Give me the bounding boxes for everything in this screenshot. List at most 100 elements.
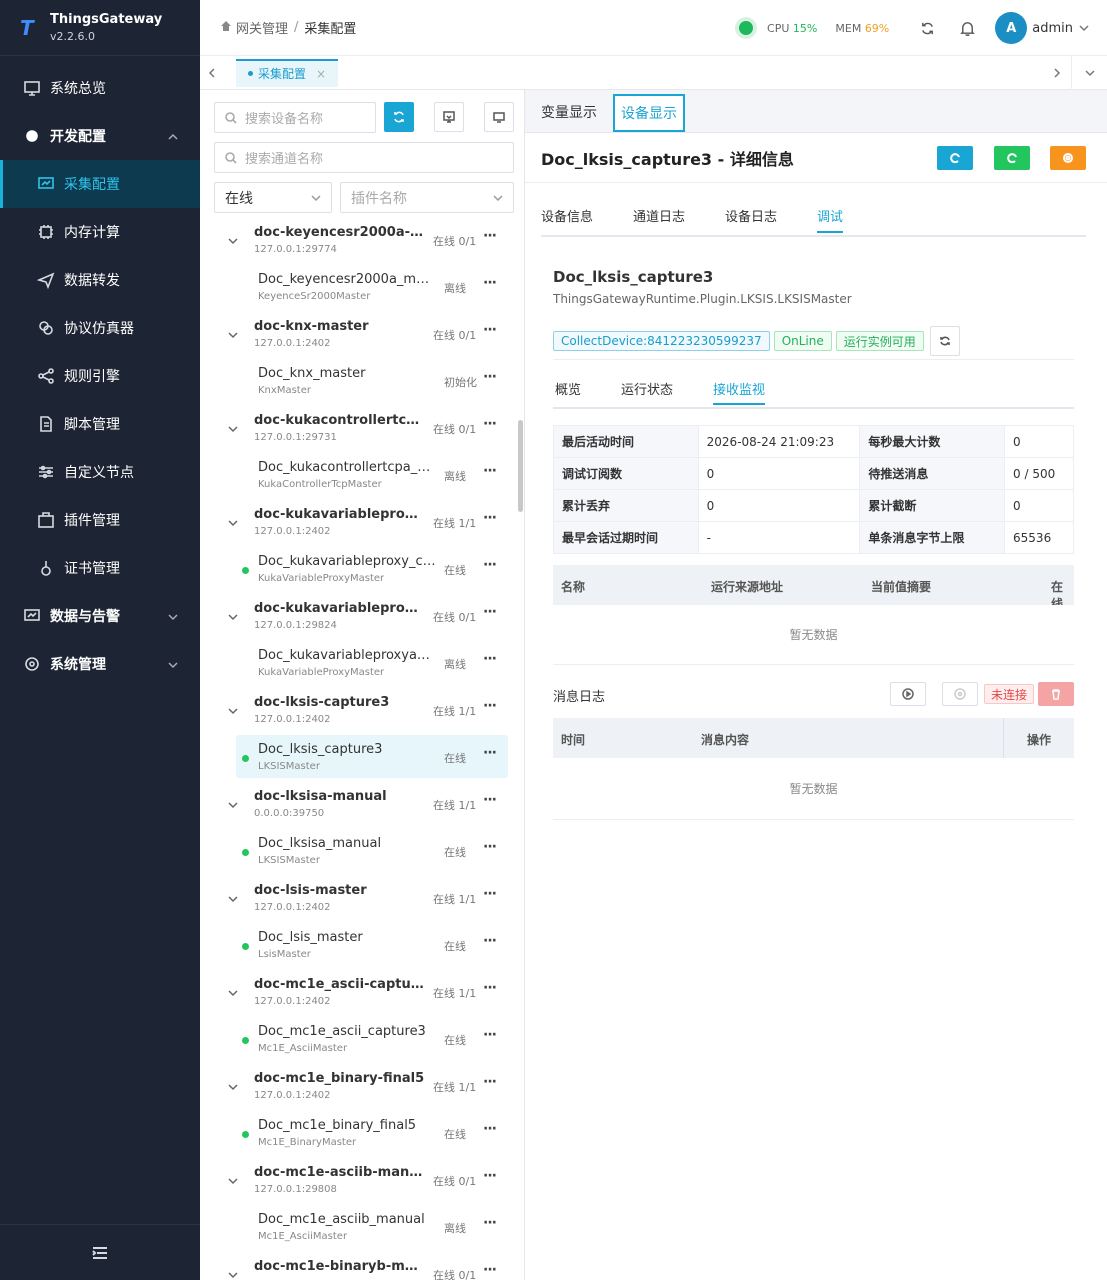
chevron-down-icon[interactable] — [228, 893, 238, 903]
tree-node-device[interactable]: doc-kukacontrollertcpa-ma... 127.0.0.1:29… — [200, 412, 518, 459]
search-channel-input[interactable]: 搜索通道名称 — [214, 142, 514, 173]
chevron-down-icon[interactable] — [228, 1269, 238, 1279]
more-icon[interactable]: ··· — [483, 604, 497, 620]
menu-item-plugin[interactable]: 插件管理 — [0, 496, 200, 544]
more-icon[interactable]: ··· — [483, 228, 497, 244]
tree-node-device[interactable]: doc-keyencesr2000a-manual 127.0.0.1:29774… — [200, 224, 518, 271]
more-icon[interactable]: ··· — [483, 416, 497, 432]
chevron-down-icon[interactable] — [228, 423, 238, 433]
chevron-down-icon[interactable] — [228, 611, 238, 621]
menu-item-overview[interactable]: 系统总览 — [0, 64, 200, 112]
tree-scrollbar[interactable] — [518, 420, 523, 512]
menu-item-system[interactable]: 系统管理 — [0, 640, 200, 688]
start-log-button[interactable] — [890, 682, 926, 706]
tree-node-device[interactable]: doc-mc1e-binaryb-manual 在线 0/1 ··· — [200, 1258, 518, 1280]
tree-node-channel[interactable]: Doc_lksisa_manual LKSISMaster 在线 ··· — [200, 835, 518, 882]
app-logo[interactable]: T ThingsGateway v2.2.6.0 — [0, 0, 200, 56]
chevron-down-icon[interactable] — [228, 517, 238, 527]
more-icon[interactable]: ··· — [483, 322, 497, 338]
tree-node-channel[interactable]: Doc_keyencesr2000a_manual KeyenceSr2000Ma… — [200, 271, 518, 318]
tree-node-channel[interactable]: Doc_mc1e_binary_final5 Mc1E_BinaryMaster 在… — [200, 1117, 518, 1164]
more-icon[interactable]: ··· — [483, 463, 497, 479]
tab-collect-config[interactable]: 采集配置 × — [236, 58, 339, 87]
tab-run-status[interactable]: 运行状态 — [621, 379, 673, 398]
more-icon[interactable]: ··· — [483, 839, 497, 855]
search-device-input[interactable]: 搜索设备名称 — [214, 102, 376, 133]
tree-node-channel[interactable]: Doc_kukacontrollertcpa_man... KukaControl… — [200, 459, 518, 506]
tab-scroll-left-button[interactable] — [200, 56, 224, 90]
more-icon[interactable]: ··· — [483, 1215, 497, 1231]
more-icon[interactable]: ··· — [483, 980, 497, 996]
more-icon[interactable]: ··· — [483, 369, 497, 385]
tree-node-device[interactable]: doc-mc1e-asciib-manual 127.0.0.1:29808 在线 … — [200, 1164, 518, 1211]
more-icon[interactable]: ··· — [483, 1262, 497, 1278]
more-icon[interactable]: ··· — [483, 557, 497, 573]
menu-item-memory-calc[interactable]: 内存计算 — [0, 208, 200, 256]
tab-menu-button[interactable] — [1071, 56, 1107, 90]
monitor-button[interactable] — [484, 102, 514, 132]
tree-node-device[interactable]: doc-mc1e_binary-final5 127.0.0.1:2402 在线 1… — [200, 1070, 518, 1117]
more-icon[interactable]: ··· — [483, 1074, 497, 1090]
tree-node-channel[interactable]: Doc_mc1e_asciib_manual Mc1E_AsciiMaster 离线… — [200, 1211, 518, 1258]
tab-receive-monitor[interactable]: 接收监视 — [713, 379, 766, 405]
menu-item-data-forward[interactable]: 数据转发 — [0, 256, 200, 304]
tree-node-device[interactable]: doc-lsis-master 127.0.0.1:2402 在线 1/1 ··· — [200, 882, 518, 929]
more-icon[interactable]: ··· — [483, 698, 497, 714]
menu-item-rule-engine[interactable]: 规则引擎 — [0, 352, 200, 400]
tree-node-device[interactable]: doc-mc1e_ascii-capture3 127.0.0.1:2402 在线 … — [200, 976, 518, 1023]
more-icon[interactable]: ··· — [483, 651, 497, 667]
tree-node-channel[interactable]: Doc_kukavariableproxya_ma... KukaVariable… — [200, 647, 518, 694]
more-icon[interactable]: ··· — [483, 745, 497, 761]
tree-node-device[interactable]: doc-kukavariableproxya-m... 127.0.0.1:298… — [200, 600, 518, 647]
tab-device-view[interactable]: 设备显示 — [613, 94, 685, 132]
refresh-detail-button[interactable] — [937, 146, 973, 170]
more-icon[interactable]: ··· — [483, 1027, 497, 1043]
more-icon[interactable]: ··· — [483, 1121, 497, 1137]
chevron-down-icon[interactable] — [228, 1175, 238, 1185]
more-icon[interactable]: ··· — [483, 933, 497, 949]
tree-node-channel[interactable]: Doc_mc1e_ascii_capture3 Mc1E_AsciiMaster 在… — [200, 1023, 518, 1070]
menu-item-collect-config[interactable]: 采集配置 — [0, 160, 200, 208]
chevron-down-icon[interactable] — [228, 329, 238, 339]
refresh-tree-button[interactable] — [384, 102, 414, 132]
more-icon[interactable]: ··· — [483, 1168, 497, 1184]
menu-item-data-alarm[interactable]: 数据与告警 — [0, 592, 200, 640]
tree-node-device[interactable]: doc-lksis-capture3 127.0.0.1:2402 在线 1/1 ··… — [200, 694, 518, 741]
tree-node-channel[interactable]: Doc_kukavariableproxy_capt... KukaVariabl… — [200, 553, 518, 600]
tree-node-channel[interactable]: Doc_lsis_master LsisMaster 在线 ··· — [200, 929, 518, 976]
refresh-button[interactable] — [907, 0, 947, 56]
tab-debug[interactable]: 调试 — [817, 206, 844, 233]
tree-node-channel[interactable]: Doc_knx_master KnxMaster 初始化 ··· — [200, 365, 518, 412]
close-icon[interactable]: × — [316, 67, 326, 81]
home-icon[interactable] — [220, 20, 236, 36]
stop-button[interactable] — [1050, 146, 1086, 170]
tab-variable-view[interactable]: 变量显示 — [541, 90, 597, 133]
restart-button[interactable] — [994, 146, 1030, 170]
tab-channel-log[interactable]: 通道日志 — [633, 206, 685, 225]
tab-scroll-right-button[interactable] — [1045, 56, 1069, 90]
plugin-filter-select[interactable]: 插件名称 — [340, 182, 514, 213]
clear-log-button[interactable] — [1038, 682, 1074, 706]
tab-overview[interactable]: 概览 — [555, 379, 581, 398]
chevron-down-icon[interactable] — [228, 799, 238, 809]
menu-item-script[interactable]: 脚本管理 — [0, 400, 200, 448]
tab-device-log[interactable]: 设备日志 — [725, 206, 777, 225]
status-filter-select[interactable]: 在线 — [214, 182, 332, 213]
tree-node-device[interactable]: doc-lksisa-manual 0.0.0.0:39750 在线 1/1 ··· — [200, 788, 518, 835]
tab-device-info[interactable]: 设备信息 — [541, 206, 593, 225]
chevron-down-icon[interactable] — [228, 1081, 238, 1091]
tree-node-device[interactable]: doc-kukavariableproxy-cap... 127.0.0.1:24… — [200, 506, 518, 553]
chevron-down-icon[interactable] — [228, 705, 238, 715]
chevron-down-icon[interactable] — [228, 235, 238, 245]
notification-button[interactable] — [947, 0, 987, 56]
menu-item-custom-node[interactable]: 自定义节点 — [0, 448, 200, 496]
menu-item-cert[interactable]: 证书管理 — [0, 544, 200, 592]
chevron-down-icon[interactable] — [228, 987, 238, 997]
user-menu[interactable]: A admin — [995, 12, 1089, 44]
export-button[interactable] — [434, 102, 464, 132]
tree-node-device[interactable]: doc-knx-master 127.0.0.1:2402 在线 0/1 ··· — [200, 318, 518, 365]
breadcrumb-parent[interactable]: 网关管理 — [236, 18, 288, 37]
menu-item-simulator[interactable]: 协议仿真器 — [0, 304, 200, 352]
tree-node-channel[interactable]: Doc_lksis_capture3 LKSISMaster 在线 ··· — [200, 735, 518, 788]
stop-log-button[interactable] — [942, 682, 978, 706]
